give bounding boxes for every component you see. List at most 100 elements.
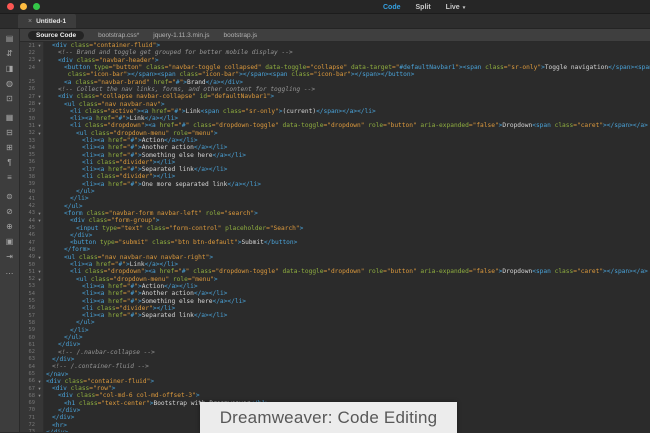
code-editor[interactable]: 21 ▾ <div class="container-fluid"> 22 <!-- B… xyxy=(20,42,650,432)
view-mode-split-button[interactable]: Split xyxy=(416,4,431,11)
open-documents-icon[interactable]: ▤ xyxy=(3,32,17,45)
code-text[interactable]: <li class="divider"></li> xyxy=(44,305,175,312)
code-text[interactable]: <li><a href="#">Separated link</a></li> xyxy=(44,166,227,173)
fold-arrow-icon[interactable]: ▾ xyxy=(35,254,44,261)
code-line[interactable]: 31 ▾ <li class="dropdown"><a href="#" clas… xyxy=(20,122,650,129)
preview-in-browser-icon[interactable]: ◍ xyxy=(3,77,17,90)
code-text[interactable]: <!-- /.navbar-collapse --> xyxy=(44,349,155,356)
code-line[interactable]: 46 </div> xyxy=(20,232,650,239)
code-line[interactable]: 67 ▾ <div class="row"> xyxy=(20,385,650,392)
wrap-tag-icon[interactable]: ⊕ xyxy=(3,220,17,233)
code-text[interactable]: <li class="divider"></li> xyxy=(44,159,175,166)
code-text[interactable]: </div> xyxy=(44,414,74,421)
code-text[interactable]: <ul class="dropdown-menu" role="menu"> xyxy=(44,130,218,137)
code-line[interactable]: 57 <li><a href="#">Separated link</a></li… xyxy=(20,312,650,319)
code-text[interactable]: <li><a href="#">One more separated link<… xyxy=(44,181,261,188)
code-text[interactable]: </div> xyxy=(44,232,92,239)
code-line[interactable]: 65 </nav> xyxy=(20,370,650,378)
code-text[interactable]: <div class="col-md-6 col-md-offset-3"> xyxy=(44,392,200,399)
code-text[interactable]: <ul class="nav navbar-nav navbar-right"> xyxy=(44,254,213,261)
fold-arrow-icon[interactable]: ▾ xyxy=(35,392,44,399)
select-parent-tag-icon[interactable]: ¶ xyxy=(3,156,17,169)
code-text[interactable]: </div> xyxy=(44,429,68,432)
code-line[interactable]: 28 ▾ <ul class="nav navbar-nav"> xyxy=(20,100,650,108)
code-line[interactable]: 34 <li><a href="#">Another action</a></li… xyxy=(20,144,650,151)
code-text[interactable]: <li class="active"><a href="#">Link<span… xyxy=(44,108,376,115)
code-line[interactable]: 40 </ul> xyxy=(20,188,650,195)
remove-comment-icon[interactable]: ⊘ xyxy=(3,205,17,218)
zoom-window-button[interactable] xyxy=(33,3,40,10)
code-line[interactable]: 62 <!-- /.navbar-collapse --> xyxy=(20,348,650,356)
expand-all-icon[interactable]: ⊞ xyxy=(3,141,17,154)
code-text[interactable]: </nav> xyxy=(44,371,68,378)
code-text[interactable]: <li><a href="#">Something else here</a><… xyxy=(44,298,246,305)
minimize-window-button[interactable] xyxy=(20,3,27,10)
code-text[interactable]: <button type="submit" class="btn btn-def… xyxy=(44,239,297,246)
code-text[interactable]: <hr> xyxy=(44,422,67,429)
code-line[interactable]: 54 <li><a href="#">Another action</a></li… xyxy=(20,290,650,297)
code-text[interactable]: </form> xyxy=(44,246,90,253)
code-line[interactable]: 43 ▾ <form class="navbar-form navbar-left"… xyxy=(20,210,650,217)
code-text[interactable]: <li class="divider"></li> xyxy=(44,173,175,180)
live-code-icon[interactable]: ◨ xyxy=(3,62,17,75)
code-line[interactable]: 24 <button type="button" class="navbar-to… xyxy=(20,64,650,71)
code-text[interactable]: <li><a href="#">Action</a></li> xyxy=(44,283,198,290)
code-text[interactable]: <li class="dropdown"><a href="#" class="… xyxy=(44,268,648,275)
code-line[interactable]: 53 <li><a href="#">Action</a></li> xyxy=(20,283,650,290)
code-line[interactable]: 51 ▾ <li class="dropdown"><a href="#" clas… xyxy=(20,268,650,275)
code-text[interactable]: </li> xyxy=(44,327,89,334)
code-text[interactable]: <ul class="dropdown-menu" role="menu"> xyxy=(44,276,218,283)
code-navigator-icon[interactable]: ⊡ xyxy=(3,92,17,105)
code-line[interactable]: class="icon-bar"></span><span class="ico… xyxy=(20,71,650,78)
fold-arrow-icon[interactable]: ▾ xyxy=(35,42,44,49)
code-line[interactable]: 60 </ul> xyxy=(20,334,650,341)
code-text[interactable]: <li><a href="#">Link</a></li> xyxy=(44,261,178,268)
close-window-button[interactable] xyxy=(7,3,14,10)
fold-arrow-icon[interactable]: ▾ xyxy=(35,57,44,64)
related-file-source-code[interactable]: Source Code xyxy=(28,30,85,40)
code-line[interactable]: 58 </ul> xyxy=(20,319,650,326)
apply-comment-icon[interactable]: ⊜ xyxy=(3,190,17,203)
code-text[interactable]: <form class="navbar-form navbar-left" ro… xyxy=(44,210,258,217)
code-text[interactable]: </ul> xyxy=(44,334,83,341)
code-line[interactable]: 63 </div> xyxy=(20,356,650,363)
code-text[interactable]: <div class="navbar-header"> xyxy=(44,57,159,64)
tab-untitled-1[interactable]: × Untitled-1 xyxy=(18,14,77,28)
fold-arrow-icon[interactable]: ▾ xyxy=(35,276,44,283)
indent-code-icon[interactable]: ⇥ xyxy=(3,250,17,263)
code-line[interactable]: 50 <li><a href="#">Link</a></li> xyxy=(20,261,650,268)
code-line[interactable]: 47 <button type="submit" class="btn btn-d… xyxy=(20,239,650,246)
code-line[interactable]: 68 ▾ <div class="col-md-6 col-md-offset-3"… xyxy=(20,392,650,399)
related-file-bootstrap-js[interactable]: bootstrap.js xyxy=(224,32,258,39)
collapse-selection-icon[interactable]: ⊟ xyxy=(3,126,17,139)
code-line[interactable]: 22 <!-- Brand and toggle get grouped for … xyxy=(20,49,650,56)
tab-close-icon[interactable]: × xyxy=(28,18,32,25)
file-management-icon[interactable]: ⇵ xyxy=(3,47,17,60)
fold-arrow-icon[interactable]: ▾ xyxy=(35,100,44,107)
code-line[interactable]: 26 <!-- Collect the nav links, forms, and… xyxy=(20,86,650,93)
code-text[interactable]: </ul> xyxy=(44,188,95,195)
code-text[interactable]: <ul class="nav navbar-nav"> xyxy=(44,101,165,108)
code-text[interactable]: <!-- Brand and toggle get grouped for be… xyxy=(44,49,293,56)
code-text[interactable]: </div> xyxy=(44,356,74,363)
recent-snippets-icon[interactable]: ▣ xyxy=(3,235,17,248)
code-line[interactable]: 29 <li class="active"><a href="#">Link<sp… xyxy=(20,108,650,115)
collapse-full-tag-icon[interactable]: ▦ xyxy=(3,111,17,124)
code-line[interactable]: 42 </ul> xyxy=(20,203,650,210)
fold-arrow-icon[interactable]: ▾ xyxy=(35,217,44,224)
fold-arrow-icon[interactable]: ▾ xyxy=(35,130,44,137)
more-options-icon[interactable]: ⋯ xyxy=(6,269,14,278)
code-text[interactable]: <div class="container-fluid"> xyxy=(44,378,154,385)
code-line[interactable]: 33 <li><a href="#">Action</a></li> xyxy=(20,137,650,144)
code-text[interactable]: <div class="row"> xyxy=(44,385,115,392)
code-line[interactable]: 39 <li><a href="#">One more separated lin… xyxy=(20,181,650,188)
fold-arrow-icon[interactable]: ▾ xyxy=(35,385,44,392)
code-text[interactable]: </div> xyxy=(44,341,80,348)
code-text[interactable]: </ul> xyxy=(44,203,83,210)
fold-arrow-icon[interactable]: ▾ xyxy=(35,122,44,129)
code-text[interactable]: <li><a href="#">Action</a></li> xyxy=(44,137,198,144)
code-line[interactable]: 38 <li class="divider"></li> xyxy=(20,173,650,180)
code-text[interactable]: <li class="dropdown"><a href="#" class="… xyxy=(44,122,648,129)
code-text[interactable]: <div class="collapse navbar-collapse" id… xyxy=(44,93,274,100)
code-line[interactable]: 64 <!-- /.container-fluid --> xyxy=(20,363,650,370)
